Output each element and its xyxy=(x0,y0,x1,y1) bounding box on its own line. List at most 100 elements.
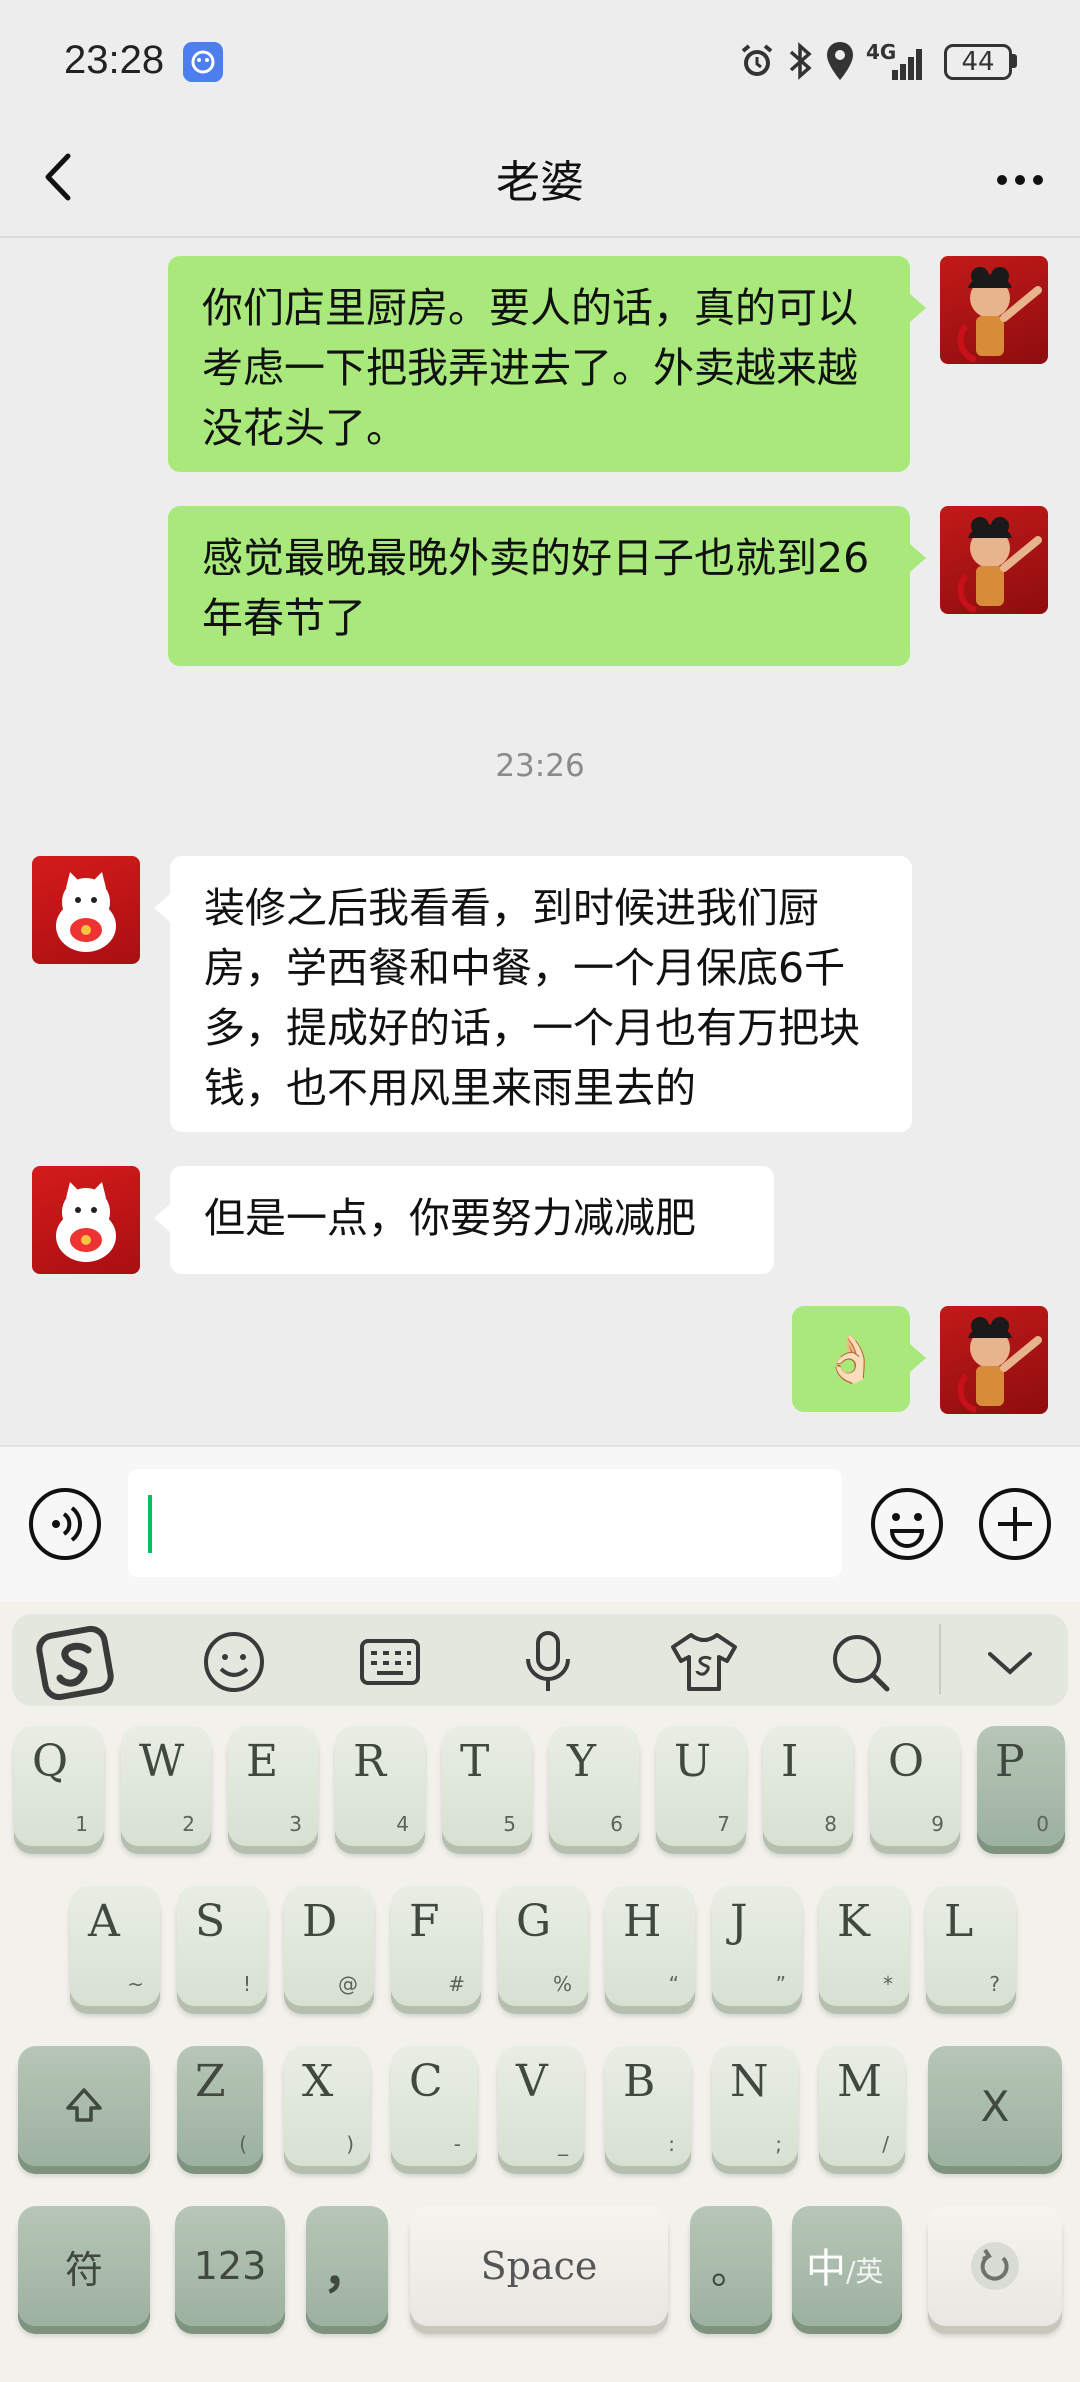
key-u[interactable]: U7 xyxy=(656,1726,746,1846)
key-d[interactable]: D @ xyxy=(284,1886,374,2006)
key-secondary-label: ? xyxy=(989,1972,1000,1996)
numbers-key[interactable]: 123 xyxy=(175,2206,285,2326)
key-b[interactable]: B: xyxy=(605,2046,691,2166)
key-secondary-label: 5 xyxy=(503,1812,516,1836)
text-cursor xyxy=(148,1495,152,1553)
collapse-keyboard-icon[interactable] xyxy=(970,1622,1050,1702)
toolbar-divider xyxy=(939,1624,941,1694)
key-secondary-label: - xyxy=(453,2132,461,2156)
key-label: L xyxy=(944,1896,974,1947)
symbols-key[interactable]: 符 xyxy=(18,2206,150,2326)
key-n[interactable]: N; xyxy=(712,2046,798,2166)
key-k[interactable]: K * xyxy=(819,1886,909,2006)
emoji-panel-icon[interactable] xyxy=(194,1622,274,1702)
key-label: M xyxy=(837,2056,883,2107)
key-secondary-label: @ xyxy=(338,1972,358,1996)
contact-avatar[interactable] xyxy=(32,856,140,964)
key-f[interactable]: F # xyxy=(391,1886,481,2006)
key-label: Z xyxy=(195,2056,226,2107)
period-key[interactable]: 。 xyxy=(690,2206,772,2326)
key-secondary-label: ” xyxy=(775,1972,786,1996)
key-t[interactable]: T5 xyxy=(442,1726,532,1846)
key-secondary-label: 0 xyxy=(1036,1812,1049,1836)
my-avatar[interactable] xyxy=(940,506,1048,614)
key-secondary-label: : xyxy=(668,2132,675,2156)
key-label: N xyxy=(730,2056,769,2107)
key-c[interactable]: C- xyxy=(391,2046,477,2166)
key-label: C xyxy=(409,2056,443,2107)
message-bubble-sent[interactable]: 感觉最晚最晚外卖的好日子也就到26年春节了 xyxy=(168,506,910,666)
search-icon[interactable] xyxy=(820,1622,900,1702)
key-label: T xyxy=(460,1736,490,1787)
key-secondary-label: 4 xyxy=(396,1812,409,1836)
key-label: E xyxy=(246,1736,279,1787)
key-h[interactable]: H “ xyxy=(605,1886,695,2006)
shift-icon xyxy=(18,2046,150,2166)
battery-tip xyxy=(1012,54,1017,68)
key-secondary-label: / xyxy=(882,2132,889,2156)
key-o[interactable]: O9 xyxy=(870,1726,960,1846)
message-bubble-received[interactable]: 装修之后我看看，到时候进我们厨房，学西餐和中餐，一个月保底6千多，提成好的话，一… xyxy=(170,856,912,1132)
message-text: 但是一点，你要努力减减肥 xyxy=(204,1194,696,1242)
key-secondary-label: ) xyxy=(346,2132,354,2156)
key-l[interactable]: L? xyxy=(926,1886,1016,2006)
input-bar xyxy=(0,1445,1080,1602)
message-bubble-sent[interactable]: 你们店里厨房。要人的话，真的可以考虑一下把我弄进去了。外卖越来越没花头了。 xyxy=(168,256,910,472)
voice-input-button[interactable] xyxy=(28,1487,102,1561)
enter-key[interactable] xyxy=(928,2206,1062,2326)
skin-theme-icon[interactable] xyxy=(664,1622,744,1702)
key-label: A xyxy=(88,1896,120,1947)
delete-key[interactable]: X xyxy=(928,2046,1062,2166)
key-m[interactable]: M / xyxy=(819,2046,905,2166)
message-bubble-received[interactable]: 但是一点，你要努力减减肥 xyxy=(170,1166,774,1274)
more-functions-button[interactable] xyxy=(978,1487,1052,1561)
key-a[interactable]: A ~ xyxy=(70,1886,160,2006)
key-secondary-label: _ xyxy=(558,2132,568,2156)
sogou-logo-icon[interactable] xyxy=(36,1622,116,1702)
message-input[interactable] xyxy=(128,1469,842,1577)
microphone-icon[interactable] xyxy=(508,1622,588,1702)
message-timestamp: 23:26 xyxy=(495,748,585,784)
key-secondary-label: 6 xyxy=(610,1812,623,1836)
key-label: W xyxy=(139,1736,185,1787)
key-secondary-label: 1 xyxy=(75,1812,88,1836)
bluetooth-icon xyxy=(786,40,814,86)
key-secondary-label: 2 xyxy=(182,1812,195,1836)
delete-label: X xyxy=(980,2081,1010,2131)
signal-icon xyxy=(866,44,930,86)
key-y[interactable]: Y6 xyxy=(549,1726,639,1846)
key-r[interactable]: R4 xyxy=(335,1726,425,1846)
space-key[interactable]: Space xyxy=(410,2206,668,2326)
key-e[interactable]: E3 xyxy=(228,1726,318,1846)
my-avatar[interactable] xyxy=(940,256,1048,364)
contact-avatar[interactable] xyxy=(32,1166,140,1274)
key-x[interactable]: X) xyxy=(284,2046,370,2166)
key-label: I xyxy=(781,1736,799,1787)
shift-key[interactable] xyxy=(18,2046,150,2166)
bubble-tail xyxy=(910,294,926,322)
my-avatar[interactable] xyxy=(940,1306,1048,1414)
key-w[interactable]: W2 xyxy=(121,1726,211,1846)
key-label: J xyxy=(730,1896,748,1947)
key-label: G xyxy=(516,1896,552,1947)
key-label: U xyxy=(674,1736,712,1787)
comma-key[interactable]: ， xyxy=(306,2206,388,2326)
key-label: Q xyxy=(32,1736,69,1787)
key-p[interactable]: P0 xyxy=(977,1726,1065,1846)
message-bubble-sent[interactable]: 👌🏻 xyxy=(792,1306,910,1412)
key-secondary-label: 7 xyxy=(717,1812,730,1836)
key-v[interactable]: V _ xyxy=(498,2046,584,2166)
key-i[interactable]: I8 xyxy=(763,1726,853,1846)
key-z[interactable]: Z( xyxy=(177,2046,263,2166)
message-emoji: 👌🏻 xyxy=(822,1332,880,1386)
keyboard-icon[interactable] xyxy=(350,1622,430,1702)
more-options-button[interactable] xyxy=(980,160,1060,200)
emoji-button[interactable] xyxy=(870,1487,944,1561)
location-icon xyxy=(824,40,856,86)
key-g[interactable]: G% xyxy=(498,1886,588,2006)
language-switch-key[interactable]: 中 /英 xyxy=(792,2206,902,2326)
key-j[interactable]: J” xyxy=(712,1886,802,2006)
key-q[interactable]: Q1 xyxy=(14,1726,104,1846)
key-secondary-label: 3 xyxy=(289,1812,302,1836)
key-s[interactable]: S! xyxy=(177,1886,267,2006)
